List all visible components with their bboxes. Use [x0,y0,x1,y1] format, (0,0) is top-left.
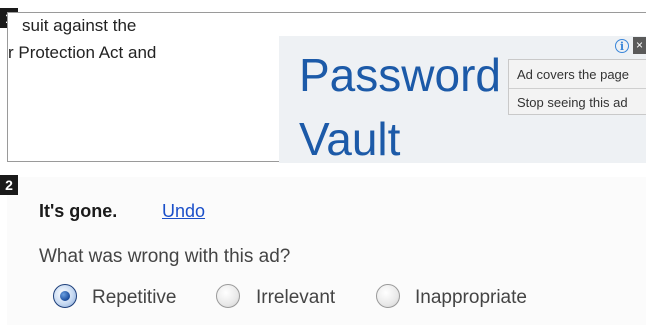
article-text-line-2: r Protection Act and [8,43,157,62]
menu-item-ad-covers-page[interactable]: Ad covers the page [517,67,629,82]
panel-1: 1 suit against the r Protection Act and … [0,0,646,163]
radio-repetitive[interactable] [53,284,77,308]
radio-label-inappropriate[interactable]: Inappropriate [415,287,527,309]
radio-label-irrelevant[interactable]: Irrelevant [256,287,335,309]
radio-label-repetitive[interactable]: Repetitive [92,287,177,309]
ad-headline-line-2: Vault [299,113,401,163]
radio-inappropriate[interactable] [376,284,400,308]
ad-feedback-menu: Ad covers the page Stop seeing this ad [508,59,646,115]
step-badge-2: 2 [0,175,18,195]
radio-irrelevant[interactable] [216,284,240,308]
article-text-line-1: suit against the [22,16,137,35]
ad-removed-message: It's gone. [39,201,118,221]
undo-link[interactable]: Undo [162,201,205,222]
feedback-question: What was wrong with this ad? [39,246,291,267]
ad-close-icon[interactable]: × [633,37,646,54]
menu-item-stop-seeing-ad[interactable]: Stop seeing this ad [517,95,628,110]
ad-info-icon[interactable]: i [615,39,629,53]
ad-headline-line-1: Password [299,49,501,101]
menu-divider [509,88,646,89]
